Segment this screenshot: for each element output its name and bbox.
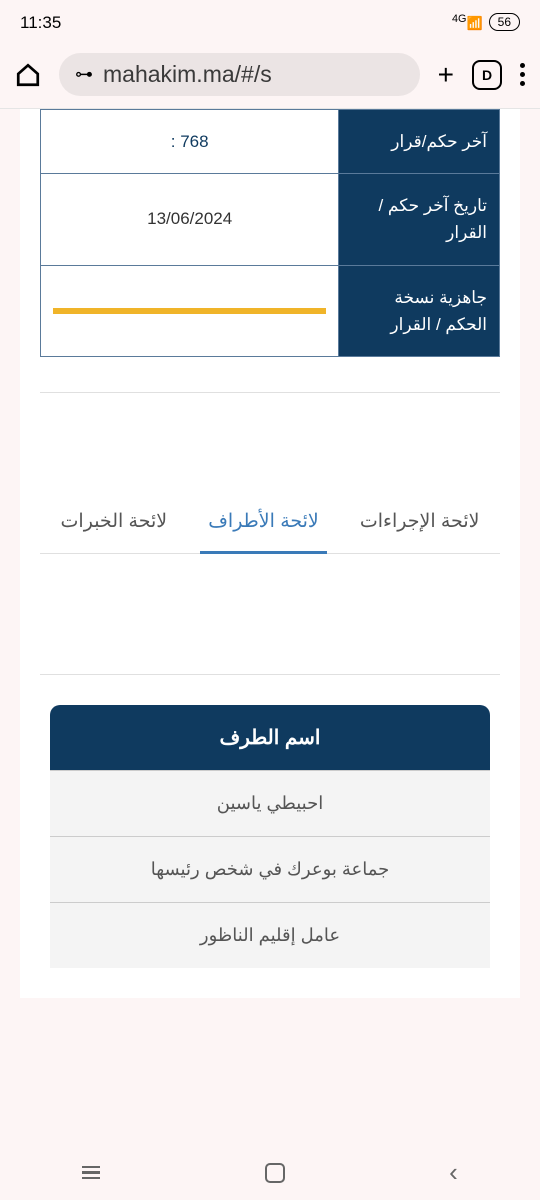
table-row: 13/06/2024 تاريخ آخر حكم / القرار bbox=[41, 174, 500, 265]
tab-expertise[interactable]: لائحة الخبرات bbox=[53, 493, 176, 554]
back-icon[interactable]: ‹ bbox=[449, 1157, 458, 1188]
status-right: 4G📶 56 bbox=[452, 13, 520, 31]
table-row: 768 : آخر حكم/قرار bbox=[41, 110, 500, 174]
tab-count[interactable]: D bbox=[472, 60, 502, 90]
signal-icon: 4G📶 bbox=[452, 13, 483, 31]
battery-badge: 56 bbox=[489, 13, 520, 31]
system-nav-bar: ‹ bbox=[0, 1145, 540, 1200]
new-tab-icon[interactable]: + bbox=[438, 59, 454, 91]
url-bar[interactable]: ⊶ mahakim.ma/#/s bbox=[59, 53, 420, 96]
info-label: آخر حكم/قرار bbox=[339, 110, 500, 174]
status-bar: 11:35 4G📶 56 bbox=[0, 0, 540, 45]
tabs: لائحة الإجراءات لائحة الأطراف لائحة الخب… bbox=[40, 493, 500, 555]
recent-apps-icon[interactable] bbox=[82, 1166, 100, 1180]
divider bbox=[40, 392, 500, 393]
page-content: 768 : آخر حكم/قرار 13/06/2024 تاريخ آخر … bbox=[0, 109, 540, 998]
menu-icon[interactable] bbox=[520, 63, 525, 86]
party-header: اسم الطرف bbox=[50, 705, 490, 770]
info-value-readiness bbox=[41, 265, 339, 356]
status-time: 11:35 bbox=[20, 13, 61, 33]
info-label: تاريخ آخر حكم / القرار bbox=[339, 174, 500, 265]
tab-parties[interactable]: لائحة الأطراف bbox=[200, 493, 327, 555]
site-settings-icon: ⊶ bbox=[75, 64, 93, 85]
readiness-bar bbox=[53, 308, 326, 314]
party-section: اسم الطرف احبيطي ياسين جماعة بوعرك في شخ… bbox=[40, 705, 500, 968]
info-table: 768 : آخر حكم/قرار 13/06/2024 تاريخ آخر … bbox=[40, 109, 500, 357]
tab-procedures[interactable]: لائحة الإجراءات bbox=[352, 493, 488, 554]
home-button-icon[interactable] bbox=[265, 1163, 285, 1183]
info-label: جاهزية نسخة الحكم / القرار bbox=[339, 265, 500, 356]
list-item: جماعة بوعرك في شخص رئيسها bbox=[50, 836, 490, 902]
list-item: عامل إقليم الناظور bbox=[50, 902, 490, 968]
home-icon[interactable] bbox=[15, 62, 41, 88]
table-row: جاهزية نسخة الحكم / القرار bbox=[41, 265, 500, 356]
info-value-partial: 768 : bbox=[53, 132, 326, 152]
url-text: mahakim.ma/#/s bbox=[103, 61, 272, 88]
list-item: احبيطي ياسين bbox=[50, 770, 490, 836]
info-value: 13/06/2024 bbox=[41, 174, 339, 265]
divider bbox=[40, 674, 500, 675]
browser-bar: ⊶ mahakim.ma/#/s + D bbox=[0, 45, 540, 109]
